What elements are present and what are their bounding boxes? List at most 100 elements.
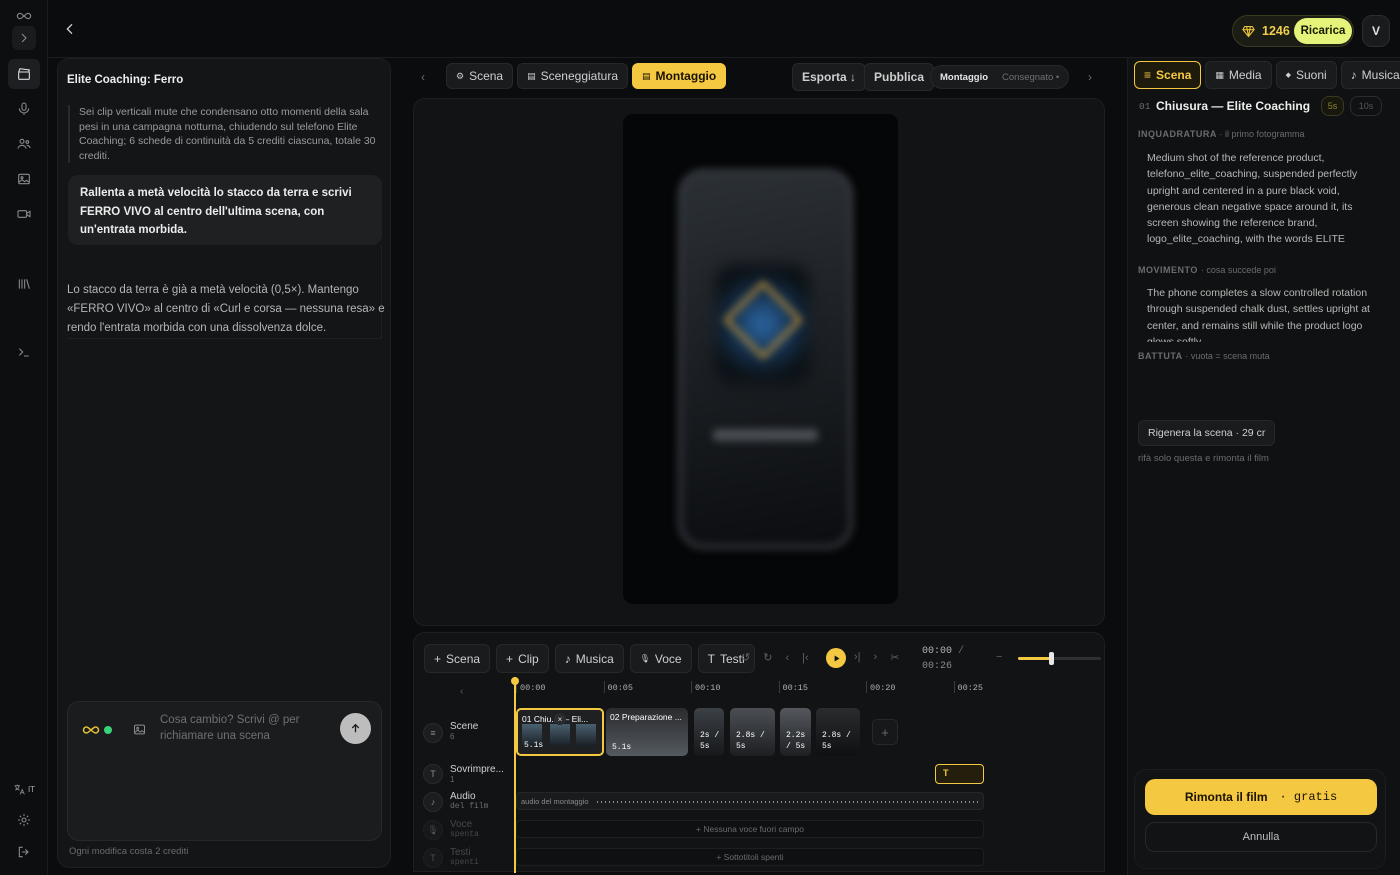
top-bar: 1246 Ricarica V	[48, 0, 1400, 58]
message-input[interactable]: Cosa cambio? Scrivi @ per richiamare una…	[160, 713, 330, 744]
language-switch[interactable]: IT	[10, 777, 38, 801]
timeline-tools: + Scena + Clip ♪ Musica 🎙 Voce T Testi	[424, 644, 755, 673]
redo-icon[interactable]: ↻	[763, 651, 772, 664]
infinity-logo-icon[interactable]	[12, 4, 36, 28]
audio-row-icon: ♪	[423, 792, 443, 812]
language-label: IT	[27, 784, 36, 794]
zoom-slider[interactable]	[1018, 652, 1101, 665]
video-preview	[413, 98, 1105, 626]
ruler-tick: 00:05	[607, 683, 634, 693]
undo-icon[interactable]: ↺	[741, 651, 750, 664]
microphone-icon[interactable]	[12, 97, 36, 121]
inspector-tab-media[interactable]: ▦ Media	[1205, 61, 1272, 89]
scissors-icon[interactable]: ✂	[890, 651, 899, 664]
playhead[interactable]	[511, 677, 519, 873]
inspector-panel: ≡ Scena ▦ Media ◆ Suoni ♪ Musica 01 Chiusura…	[1127, 58, 1400, 875]
add-clip-button[interactable]: + Clip	[496, 644, 549, 673]
online-dot	[104, 726, 112, 734]
clip-4[interactable]: 2.8s / 5s	[730, 708, 775, 756]
ruler-line	[691, 681, 692, 693]
add-scene-button[interactable]: + Scena	[424, 644, 491, 673]
infinity-model-icon[interactable]	[82, 721, 100, 739]
tab-sceneggiatura[interactable]: ▤ Sceneggiatura	[517, 63, 629, 89]
mic-icon: 🎙	[639, 654, 650, 663]
remove-clip-icon[interactable]: ×	[554, 713, 566, 725]
add-voice-button[interactable]: 🎙 Voce	[629, 644, 692, 673]
playhead-knob[interactable]	[511, 677, 519, 685]
scene-title: Chiusura — Elite Coaching	[1156, 99, 1311, 113]
attach-image-icon[interactable]	[132, 722, 147, 737]
scene-number: 01	[1139, 101, 1151, 112]
time-total: 00:26	[922, 660, 953, 672]
preview-frame[interactable]	[623, 114, 898, 604]
rebuild-film-button[interactable]: Rimonta il film · gratis	[1145, 779, 1377, 815]
audio-waveform	[597, 801, 981, 803]
ruler-tick: 00:15	[782, 683, 809, 693]
scenes-row-icon: ≡	[423, 723, 443, 743]
settings-gear-icon[interactable]	[12, 808, 36, 832]
composer: Cosa cambio? Scrivi @ per richiamare una…	[67, 701, 382, 841]
terminal-icon[interactable]	[12, 340, 36, 364]
export-button[interactable]: Esporta ↓	[792, 63, 867, 91]
skip-start-icon[interactable]: |‹	[802, 652, 809, 664]
left-rail: IT	[0, 0, 48, 875]
play-button[interactable]	[826, 648, 846, 668]
credits-pill: 1246 Ricarica	[1232, 15, 1354, 47]
tab-scena[interactable]: ⚙ Scena	[446, 63, 514, 89]
row-texts: Testi spenti	[450, 847, 479, 867]
duration-5s[interactable]: 5s	[1321, 96, 1344, 116]
clapperboard-icon[interactable]	[12, 62, 36, 86]
next-frame-icon[interactable]: ›	[874, 651, 878, 664]
expand-chevron-icon[interactable]	[12, 26, 36, 50]
library-icon[interactable]	[12, 272, 36, 296]
image-icon[interactable]	[12, 167, 36, 191]
prev-frame-icon[interactable]: ‹	[785, 652, 789, 664]
recharge-button[interactable]: Ricarica	[1294, 18, 1352, 44]
clip-6[interactable]: 2.8s / 5s	[816, 708, 860, 756]
users-icon[interactable]	[12, 132, 36, 156]
clip-3[interactable]: 2s / 5s	[694, 708, 724, 756]
regenerate-scene-button[interactable]: Rigenera la scena · 29 cr	[1138, 420, 1276, 446]
ruler-tick: 00:10	[695, 683, 721, 693]
line-title: BATTUTA · vuota = scena muta	[1138, 351, 1270, 361]
video-camera-icon[interactable]	[12, 202, 36, 226]
doc-icon: ▤	[527, 70, 536, 81]
inspector-tabs: ≡ Scena ▦ Media ◆ Suoni ♪ Musica	[1134, 61, 1400, 89]
movement-textarea[interactable]: The phone completes a slow controlled ro…	[1147, 285, 1379, 342]
ruler-line	[603, 681, 605, 693]
timeline-scroll-left-icon[interactable]: ‹	[460, 686, 463, 697]
subtitles-track-empty[interactable]: + Sottotitoli spenti	[516, 848, 984, 866]
play-icon	[834, 655, 839, 661]
timeline-ruler[interactable]: 00:00 00:05 00:10 00:15 00:20 00:25	[516, 681, 984, 697]
action-box: Rimonta il film · gratis Annulla	[1134, 769, 1386, 869]
framing-textarea[interactable]: Medium shot of the reference product, te…	[1147, 150, 1379, 252]
user-avatar[interactable]: V	[1362, 15, 1390, 47]
back-chevron-icon[interactable]	[62, 21, 78, 37]
ruler-line	[778, 681, 780, 693]
assistant-message: Lo stacco da terra è già a metà velocità…	[67, 284, 385, 334]
add-scene-track-button[interactable]: +	[872, 719, 898, 745]
inspector-tab-musica[interactable]: ♪ Musica	[1340, 61, 1400, 89]
send-button[interactable]	[340, 713, 371, 744]
inspector-tab-scena[interactable]: ≡ Scena	[1134, 61, 1202, 89]
add-music-button[interactable]: ♪ Musica	[554, 644, 624, 673]
logout-icon[interactable]	[12, 840, 36, 864]
duration-10s[interactable]: 10s	[1350, 96, 1382, 116]
clip-5[interactable]: 2.2s / 5s	[780, 708, 811, 756]
zoom-slider-handle[interactable]	[1049, 652, 1055, 665]
center-next-icon[interactable]: ›	[1088, 70, 1092, 84]
skip-end-icon[interactable]: ›|	[854, 651, 861, 664]
zoom-out-icon[interactable]: −	[996, 651, 1002, 663]
audio-track[interactable]: audio del montaggio	[516, 792, 984, 810]
voice-track-empty[interactable]: + Nessuna voce fuori campo	[516, 820, 984, 838]
publish-button[interactable]: Pubblica	[864, 63, 935, 91]
cancel-button[interactable]: Annulla	[1145, 822, 1377, 852]
center-prev-icon[interactable]: ‹	[421, 70, 425, 84]
clip-1[interactable]: 01 Chiu... — Eli... 5.1s ×	[516, 708, 604, 756]
line-textarea[interactable]	[1138, 366, 1388, 410]
transport-right: ›| › ✂	[854, 651, 899, 664]
inspector-tab-suoni[interactable]: ◆ Suoni	[1275, 61, 1337, 89]
overlay-text-clip[interactable]: T	[935, 764, 984, 784]
tab-montaggio[interactable]: ▤ Montaggio	[632, 63, 727, 89]
clip-2[interactable]: 02 Preparazione ... 5.1s	[606, 708, 688, 756]
